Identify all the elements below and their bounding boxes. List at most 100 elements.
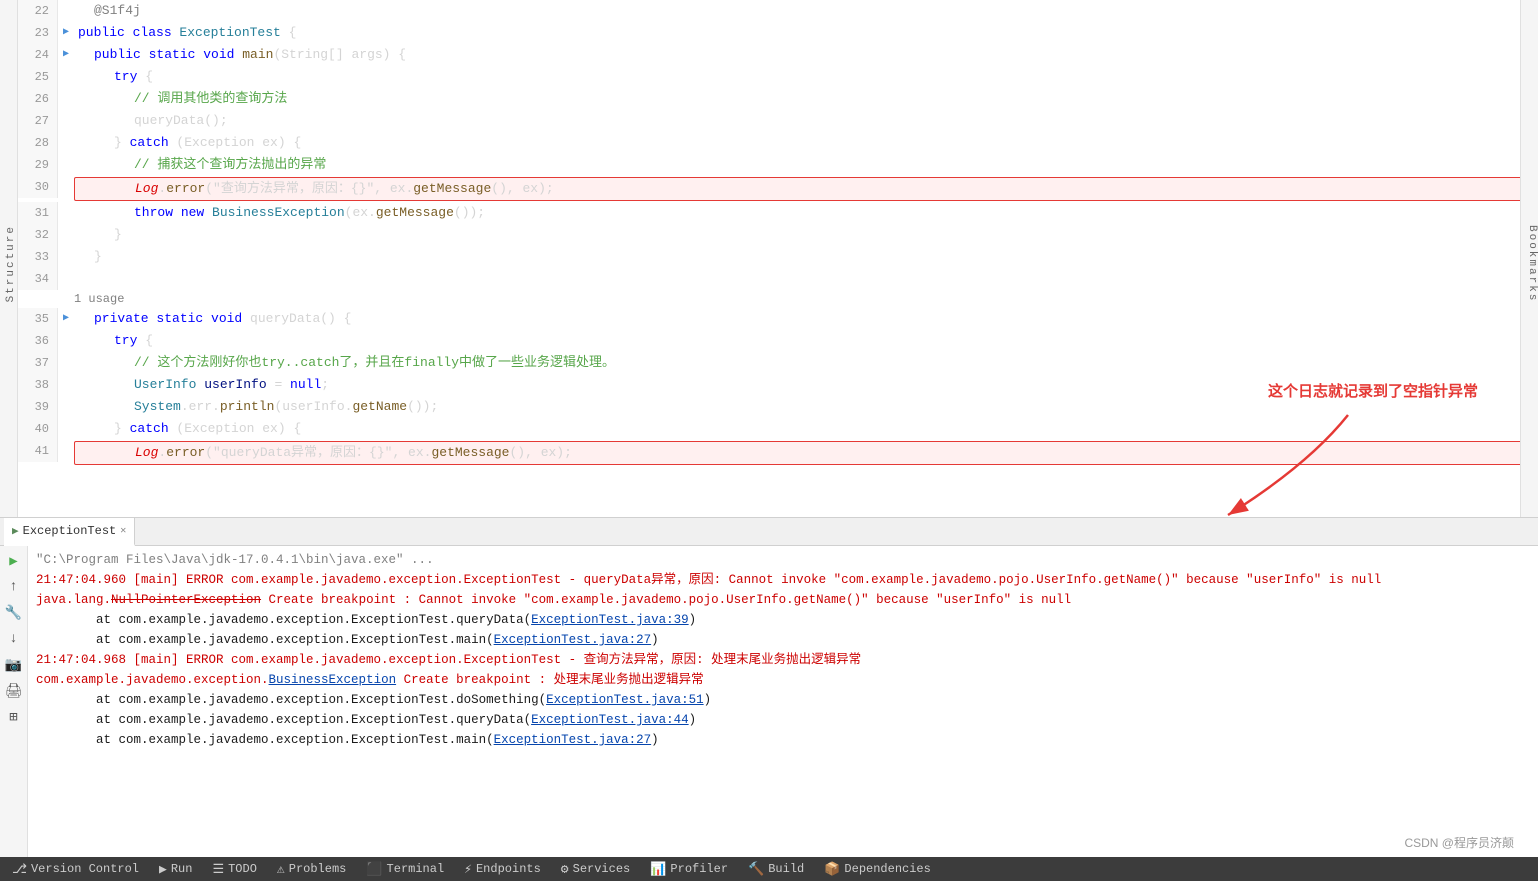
code-line-30: 30Log.error("查询方法异常，原因：{}", ex.getMessag…	[18, 176, 1538, 202]
code-part: void	[211, 311, 250, 326]
output-link[interactable]: ExceptionTest.java:44	[531, 713, 689, 727]
code-part: {	[145, 69, 153, 84]
status-item-dependencies[interactable]: 📦Dependencies	[820, 857, 935, 881]
bookmarks-panel: Bookmarks	[1520, 0, 1538, 517]
output-link[interactable]: ExceptionTest.java:51	[546, 693, 704, 707]
code-part: (String[] args) {	[273, 47, 406, 62]
code-line-28: 28} catch (Exception ex) {	[18, 132, 1538, 154]
code-line-40: 40 } catch (Exception ex) {	[18, 418, 1538, 440]
terminal-icon: ⬛	[366, 862, 382, 877]
line-code-23: public class ExceptionTest {	[74, 22, 1538, 44]
code-part: userInfo	[204, 377, 266, 392]
line-code-25: try {	[74, 66, 1538, 88]
line-number-22: 22	[18, 0, 58, 22]
run-body: ▶ ↑ 🔧 ↓ 📷 🖨 ⊞ "C:\Program Files\Java\jdk…	[0, 546, 1538, 857]
run-extra-button[interactable]: ⊞	[3, 706, 25, 728]
run-panel: ▶ ExceptionTest ✕ ▶ ↑ 🔧 ↓ 📷 🖨 ⊞ "C:\Prog…	[0, 517, 1538, 857]
line-number-40: 40	[18, 418, 58, 440]
code-part: ExceptionTest	[179, 25, 280, 40]
run-down-button[interactable]: ↓	[3, 628, 25, 650]
code-content[interactable]: 22@S1f4j23▶public class ExceptionTest {2…	[18, 0, 1538, 517]
status-item-problems[interactable]: ⚠Problems	[273, 857, 350, 881]
code-line-27: 27queryData();	[18, 110, 1538, 132]
build-icon: 🔨	[748, 862, 764, 877]
output-link[interactable]: BusinessException	[269, 673, 397, 687]
line-code-22: @S1f4j	[74, 0, 1538, 22]
line-arrow-35: ▶	[58, 308, 74, 330]
code-part: (ex.	[345, 205, 376, 220]
run-wrench-button[interactable]: 🔧	[3, 602, 25, 624]
line-code-27: queryData();	[74, 110, 1538, 132]
status-label: Profiler	[670, 862, 728, 876]
output-line: at com.example.javademo.exception.Except…	[36, 690, 1530, 710]
code-part: static	[149, 47, 204, 62]
output-link[interactable]: ExceptionTest.java:27	[494, 633, 652, 647]
code-part: UserInfo	[134, 377, 204, 392]
code-part: try	[114, 333, 145, 348]
run-output[interactable]: "C:\Program Files\Java\jdk-17.0.4.1\bin\…	[28, 546, 1538, 857]
line-number-26: 26	[18, 88, 58, 110]
code-part: catch	[130, 421, 177, 436]
profiler-icon: 📊	[650, 862, 666, 877]
line-number-34: 34	[18, 268, 58, 290]
code-line-37: 37// 这个方法刚好你也try..catch了，并且在finally中做了一些…	[18, 352, 1538, 374]
code-part: null	[290, 377, 321, 392]
line-number-41: 41	[18, 440, 58, 462]
status-item-services[interactable]: ⚙Services	[557, 857, 634, 881]
code-part: // 调用其他类的查询方法	[134, 91, 287, 106]
status-item-version-control[interactable]: ⎇Version Control	[8, 857, 143, 881]
line-number-32: 32	[18, 224, 58, 246]
line-number-23: 23	[18, 22, 58, 44]
code-part: ());	[407, 399, 438, 414]
code-line-26: 26 // 调用其他类的查询方法	[18, 88, 1538, 110]
status-item-todo[interactable]: ☰TODO	[208, 857, 260, 881]
output-link[interactable]: ExceptionTest.java:27	[494, 733, 652, 747]
code-part: ());	[454, 205, 485, 220]
status-item-endpoints[interactable]: ⚡ Endpoints	[460, 857, 545, 881]
run-stop-up-button[interactable]: ↑	[3, 576, 25, 598]
output-text-after: )	[689, 713, 697, 727]
output-text-after: )	[651, 733, 659, 747]
output-link[interactable]: ExceptionTest.java:39	[531, 613, 689, 627]
code-part: static	[156, 311, 211, 326]
line-arrow-24: ▶	[58, 44, 74, 66]
output-text: com.example.javademo.exception.	[36, 673, 269, 687]
line-code-40: } catch (Exception ex) {	[74, 418, 1538, 440]
code-line-38: 38UserInfo userInfo = null;	[18, 374, 1538, 396]
status-item-build[interactable]: 🔨 Build	[744, 857, 808, 881]
code-part: getMessage	[431, 445, 509, 460]
code-part: queryData() {	[250, 311, 351, 326]
output-text: at com.example.javademo.exception.Except…	[36, 713, 531, 727]
code-part: // 这个方法刚好你也try..catch了，并且在finally中做了一些业务…	[134, 355, 615, 370]
line-number-30: 30	[18, 176, 58, 198]
run-tab-exceptiontest[interactable]: ▶ ExceptionTest ✕	[4, 518, 135, 546]
status-item-terminal[interactable]: ⬛Terminal	[362, 857, 448, 881]
code-line-34: 34	[18, 268, 1538, 290]
status-label: Version Control	[31, 862, 139, 876]
editor-area: Structure 22@S1f4j23▶public class Except…	[0, 0, 1538, 517]
output-line: java.lang.NullPointerException Create br…	[36, 590, 1530, 610]
run-camera-button[interactable]: 📷	[3, 654, 25, 676]
run-tab-close-button[interactable]: ✕	[120, 525, 126, 537]
code-line-32: 32}	[18, 224, 1538, 246]
status-item-profiler[interactable]: 📊 Profiler	[646, 857, 732, 881]
run-icon: ▶	[159, 862, 167, 877]
code-part: {	[145, 333, 153, 348]
line-code-31: throw new BusinessException(ex.getMessag…	[74, 202, 1538, 224]
code-part: }	[94, 249, 102, 264]
run-printer-button[interactable]: 🖨	[3, 680, 25, 702]
status-item-run[interactable]: ▶Run	[155, 857, 196, 881]
run-play-button[interactable]: ▶	[3, 550, 25, 572]
code-part: =	[267, 377, 290, 392]
status-label: Endpoints	[476, 862, 541, 876]
line-code-39: System.err.println(userInfo.getName());	[74, 396, 1538, 418]
run-tabs: ▶ ExceptionTest ✕	[0, 518, 1538, 546]
status-label: Build	[768, 862, 804, 876]
output-text: at com.example.javademo.exception.Except…	[36, 613, 531, 627]
code-part: getMessage	[413, 181, 491, 196]
code-part: }	[114, 421, 130, 436]
code-part: @S1f4j	[94, 3, 141, 18]
endpoints-icon: ⚡	[464, 862, 472, 877]
line-code-41: Log.error("queryData异常，原因：{}", ex.getMes…	[74, 441, 1538, 465]
line-code-32: }	[74, 224, 1538, 246]
